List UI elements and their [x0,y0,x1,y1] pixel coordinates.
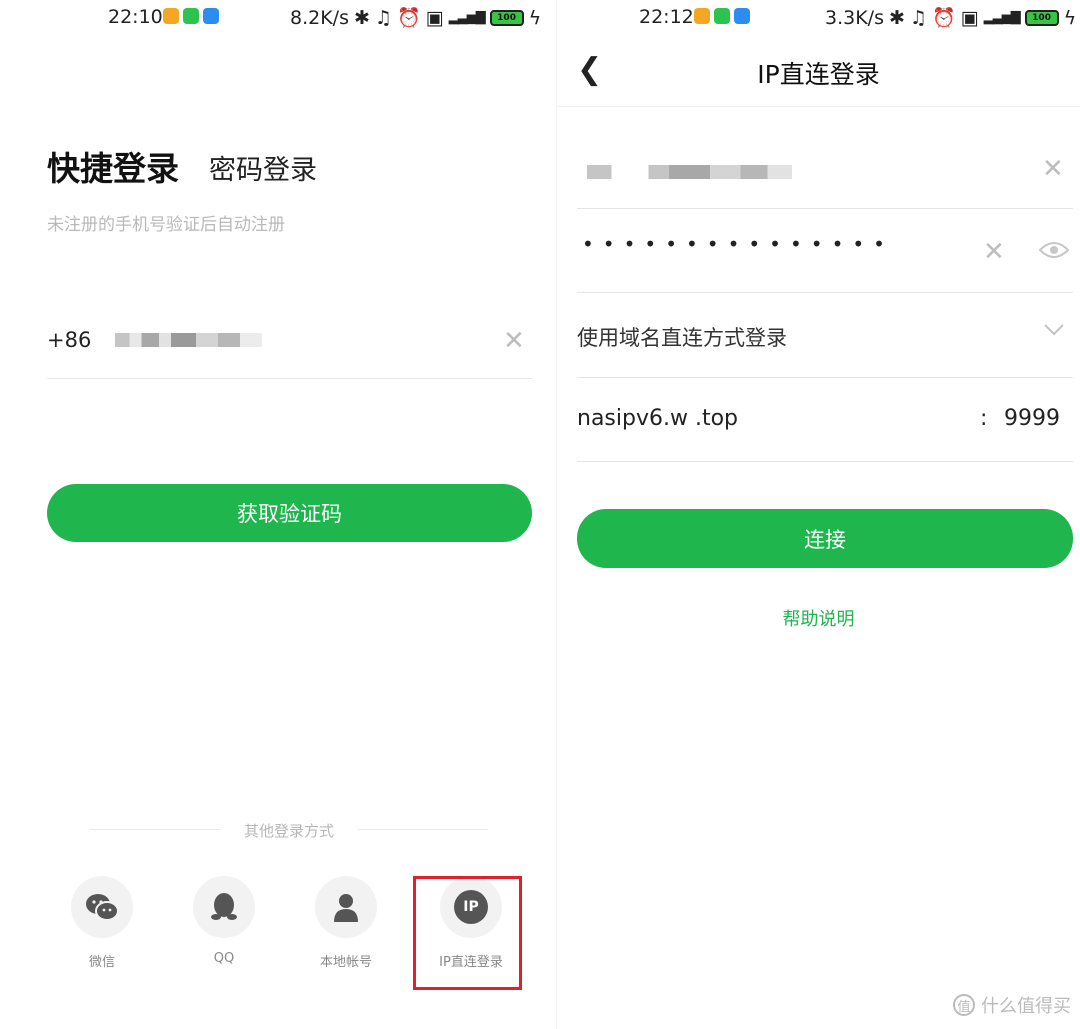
watermark-text: 什么值得买 [981,996,1071,1017]
input-divider [577,208,1073,209]
status-app-icons [163,8,219,24]
country-code-prefix[interactable]: +86 [47,328,91,352]
tab-password-login[interactable]: 密码登录 [209,148,317,187]
signal-icon: ▂▃▅▇ [448,10,486,25]
battery-icon: 100 [489,9,524,26]
get-code-button[interactable]: 获取验证码 [47,484,532,542]
input-divider [47,378,532,379]
mute-icon: ♫ [909,6,927,29]
bluetooth-icon: ✱ [353,6,370,29]
right-phone-screen: 22:12 3.3K/s ✱ ♫ ⏰ ▣ ▂▃▅▇ 100 ϟ ❮ IP直连登录… [556,0,1080,1029]
status-bar: 22:12 3.3K/s ✱ ♫ ⏰ ▣ ▂▃▅▇ 100 ϟ [557,0,1080,36]
battery-icon: 100 [1024,9,1059,26]
user-icon[interactable] [315,876,377,938]
close-icon[interactable]: ✕ [983,239,1005,265]
nfc-icon: ▣ [425,6,444,29]
status-right-icons: 8.2K/s ✱ ♫ ⏰ ▣ ▂▃▅▇ 100 ϟ [290,6,542,30]
phone-number-input[interactable] [115,333,262,347]
port-separator: : [980,406,988,431]
help-link[interactable]: 帮助说明 [557,605,1080,631]
close-icon[interactable]: ✕ [1042,156,1064,182]
other-login-divider: 其他登录方式 [90,818,488,842]
host-input[interactable]: nasipv6.w .top [577,406,738,431]
bluetooth-icon: ✱ [888,6,905,29]
status-time: 22:12 [639,6,694,28]
register-hint: 未注册的手机号验证后自动注册 [47,215,285,235]
username-input[interactable] [587,165,792,179]
alarm-icon: ⏰ [396,7,421,29]
charging-icon: ϟ [528,6,542,29]
ip-option-highlight-box [413,876,522,990]
alarm-icon: ⏰ [931,7,956,29]
login-option-label: 本地帐号 [319,955,372,970]
signal-icon: ▂▃▅▇ [983,10,1021,25]
tab-quick-login[interactable]: 快捷登录 [47,142,179,190]
status-time: 22:10 [108,6,163,28]
login-option-label: 微信 [88,955,115,970]
wechat-notification-icon [714,8,730,24]
qq-icon[interactable] [193,876,255,938]
login-option-qq[interactable]: QQ [179,876,269,966]
login-option-local-account[interactable]: 本地帐号 [301,876,391,970]
watermark: 值 什么值得买 [953,992,1071,1018]
other-login-label: 其他登录方式 [243,822,334,840]
login-option-wechat[interactable]: 微信 [57,876,147,970]
network-speed: 3.3K/s [825,6,884,29]
input-divider [577,377,1073,378]
port-input[interactable]: 9999 [1004,406,1060,431]
message-notification-icon [203,8,219,24]
divider-line-right [358,829,488,830]
input-divider [577,292,1073,293]
status-right-icons: 3.3K/s ✱ ♫ ⏰ ▣ ▂▃▅▇ 100 ϟ [825,6,1077,30]
status-bar: 22:10 8.2K/s ✱ ♫ ⏰ ▣ ▂▃▅▇ 100 ϟ [0,0,556,36]
network-speed: 8.2K/s [290,6,349,29]
login-mode-select[interactable]: 使用域名直连方式登录 [577,322,787,352]
notification-icon [694,8,710,24]
left-phone-screen: 22:10 8.2K/s ✱ ♫ ⏰ ▣ ▂▃▅▇ 100 ϟ 快捷登录 密码登… [0,0,556,1029]
page-title: IP直连登录 [757,60,880,89]
status-app-icons [694,8,750,24]
wechat-icon[interactable] [71,876,133,938]
header-divider [557,106,1080,107]
watermark-logo: 值 [953,994,975,1016]
password-input[interactable]: ••••••••••••••• [582,232,894,256]
message-notification-icon [734,8,750,24]
chevron-down-icon[interactable] [1043,322,1065,341]
nfc-icon: ▣ [960,6,979,29]
connect-button[interactable]: 连接 [577,509,1073,568]
notification-icon [163,8,179,24]
eye-icon[interactable] [1038,240,1070,264]
input-divider [577,461,1073,462]
mute-icon: ♫ [374,6,392,29]
login-option-label: QQ [213,951,235,966]
wechat-notification-icon [183,8,199,24]
close-icon[interactable]: ✕ [503,328,525,354]
charging-icon: ϟ [1063,6,1077,29]
